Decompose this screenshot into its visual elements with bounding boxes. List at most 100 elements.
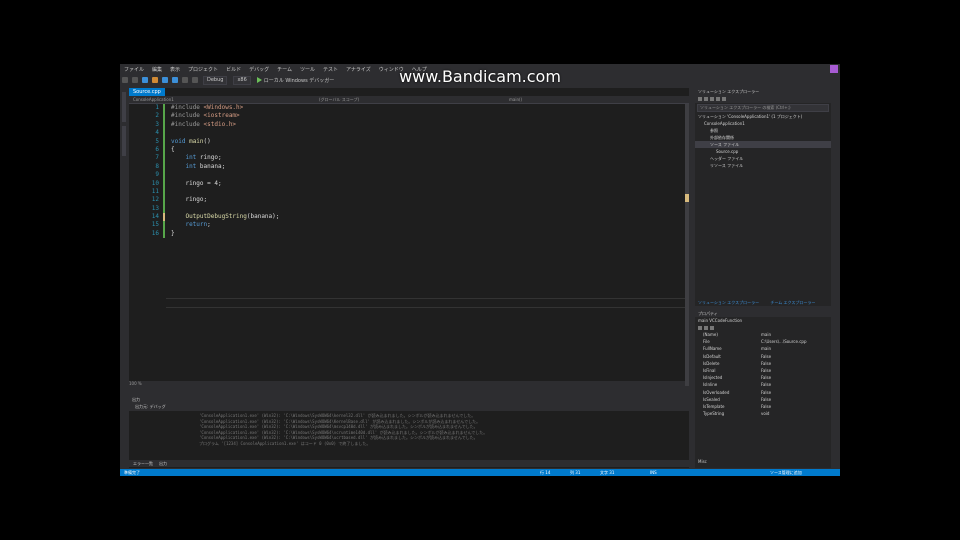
editor-vertical-scrollbar[interactable] <box>685 104 689 386</box>
change-marker <box>163 129 165 138</box>
code-text[interactable]: #include <iostream> <box>171 112 240 120</box>
editor-horizontal-scrollbar[interactable]: 100 % <box>129 381 685 386</box>
code-line[interactable]: 8 int banana; <box>129 162 689 172</box>
status-text: 準備完了 <box>124 470 140 475</box>
code-line[interactable]: 7 int ringo; <box>129 154 689 163</box>
property-row[interactable]: IsInline False <box>695 381 831 388</box>
nav-project-dropdown[interactable]: ConsoleApplication1 <box>133 97 174 102</box>
code-line[interactable]: 12 ringo; <box>129 196 689 205</box>
code-text[interactable]: int ringo; <box>171 154 221 162</box>
server-explorer-tab[interactable] <box>122 92 126 122</box>
alphabetical-icon[interactable] <box>704 325 708 330</box>
tab-output[interactable]: 出力 <box>159 461 167 467</box>
tree-item[interactable]: ヘッダー ファイル <box>695 155 831 162</box>
tab-team-explorer[interactable]: チーム エクスプローラー <box>770 300 815 305</box>
code-text[interactable]: void main() <box>171 138 211 146</box>
code-line[interactable]: 6{ <box>129 145 689 155</box>
show-all-files-icon[interactable] <box>716 97 720 101</box>
output-source-select[interactable]: 出力元: デバッグ <box>129 403 689 411</box>
tab-error-list[interactable]: エラー一覧 <box>133 461 153 467</box>
output-text[interactable]: 'ConsoleApplication1.exe' (Win32): 'C:\W… <box>129 411 689 446</box>
property-name: IsOverloaded <box>703 389 730 395</box>
tree-item[interactable]: 参照 <box>695 127 831 134</box>
properties-object-select[interactable]: main VCCodeFunction <box>695 317 831 324</box>
property-name: IsTemplate <box>703 403 725 409</box>
property-row[interactable]: IsTemplate False <box>695 403 831 410</box>
tree-item[interactable]: ソース ファイル <box>695 141 831 148</box>
property-value[interactable]: False <box>761 367 771 374</box>
code-line[interactable]: 4 <box>129 129 689 138</box>
property-value[interactable]: False <box>761 360 771 367</box>
property-value[interactable]: main <box>761 331 771 338</box>
property-value[interactable]: C:\Users\...\Source.cpp <box>761 338 807 345</box>
sync-icon[interactable] <box>704 97 708 101</box>
code-text[interactable]: ringo; <box>171 196 207 204</box>
collapse-icon[interactable] <box>710 97 714 101</box>
code-text[interactable]: ringo = 4; <box>171 180 221 188</box>
property-row[interactable]: IsInjected False <box>695 374 831 381</box>
line-number: 7 <box>155 154 159 162</box>
status-bar: 準備完了 行 14 列 31 文字 31 INS ソース管理に追加 <box>120 469 840 476</box>
property-row[interactable]: IsDefault False <box>695 353 831 360</box>
tree-item[interactable]: Source.cpp <box>695 148 831 155</box>
code-editor[interactable]: Source.cpp ConsoleApplication1 (グローバル スコ… <box>129 88 689 386</box>
property-value[interactable]: void <box>761 410 769 417</box>
categorized-icon[interactable] <box>698 325 702 330</box>
line-number: 10 <box>151 179 159 187</box>
property-row[interactable]: TypeString void <box>695 410 831 417</box>
tab-solution-explorer[interactable]: ソリューション エクスプローラー <box>698 300 759 305</box>
code-text[interactable]: #include <stdio.h> <box>171 121 236 129</box>
nav-scope-dropdown[interactable]: (グローバル スコープ) <box>319 97 359 103</box>
property-pages-icon[interactable] <box>710 325 714 330</box>
code-text[interactable]: OutputDebugString(banana); <box>171 213 279 221</box>
home-icon[interactable] <box>698 97 702 101</box>
property-row[interactable]: IsSealed False <box>695 396 831 403</box>
code-line[interactable]: 11 <box>129 187 689 197</box>
property-row[interactable]: IsFinal False <box>695 367 831 374</box>
property-row[interactable]: IsDelete False <box>695 360 831 367</box>
code-text[interactable]: #include <Windows.h> <box>171 104 243 112</box>
code-line[interactable]: 13 <box>129 204 689 214</box>
tree-item[interactable]: ConsoleApplication1 <box>695 120 831 127</box>
doc-tab-source[interactable]: Source.cpp <box>129 88 165 96</box>
code-line[interactable]: 10 ringo = 4; <box>129 179 689 188</box>
change-marker <box>163 187 165 197</box>
property-row[interactable]: File C:\Users\...\Source.cpp <box>695 338 831 345</box>
current-line-highlight <box>166 298 686 308</box>
property-value[interactable]: False <box>761 353 771 360</box>
status-char: 文字 31 <box>600 470 615 475</box>
code-lines[interactable]: 1 #include <Windows.h> 2 #include <iostream… <box>129 104 689 239</box>
code-line[interactable]: 2 #include <iostream> <box>129 112 689 121</box>
property-row[interactable]: IsOverloaded False <box>695 389 831 396</box>
code-line[interactable]: 3 #include <stdio.h> <box>129 120 689 130</box>
property-value[interactable]: False <box>761 403 771 410</box>
code-line[interactable]: 15 return; <box>129 221 689 230</box>
properties-icon[interactable] <box>722 97 726 101</box>
code-line[interactable]: 9 <box>129 171 689 180</box>
code-text[interactable]: int banana; <box>171 163 225 171</box>
status-column: 列 31 <box>570 470 581 475</box>
add-to-source-control[interactable]: ソース管理に追加 <box>770 470 802 476</box>
code-line[interactable]: 1 #include <Windows.h> <box>129 104 689 113</box>
code-text[interactable]: { <box>171 146 175 154</box>
property-value[interactable]: False <box>761 396 771 403</box>
line-number: 13 <box>151 204 159 212</box>
code-line[interactable]: 16} <box>129 229 689 239</box>
property-value[interactable]: False <box>761 389 771 396</box>
code-text[interactable]: } <box>171 230 175 238</box>
nav-member-dropdown[interactable]: main() <box>509 97 522 102</box>
property-row[interactable]: (Name) main <box>695 331 831 338</box>
tree-item[interactable]: リソース ファイル <box>695 162 831 169</box>
property-value[interactable]: False <box>761 381 771 388</box>
tree-item[interactable]: ソリューション 'ConsoleApplication1' (1 プロジェクト) <box>695 113 831 120</box>
code-text[interactable]: return; <box>171 221 210 229</box>
code-line[interactable]: 5 void main() <box>129 137 689 146</box>
zoom-level[interactable]: 100 % <box>129 381 142 386</box>
toolbox-tab[interactable] <box>122 126 126 156</box>
property-row[interactable]: FullName main <box>695 345 831 352</box>
property-value[interactable]: False <box>761 374 771 381</box>
property-value[interactable]: main <box>761 345 771 352</box>
tree-item[interactable]: 外部依存関係 <box>695 134 831 141</box>
code-line[interactable]: 14 OutputDebugString(banana); <box>129 213 689 222</box>
solution-explorer-search[interactable]: ソリューション エクスプローラー の検索 (Ctrl+;) <box>697 104 829 112</box>
